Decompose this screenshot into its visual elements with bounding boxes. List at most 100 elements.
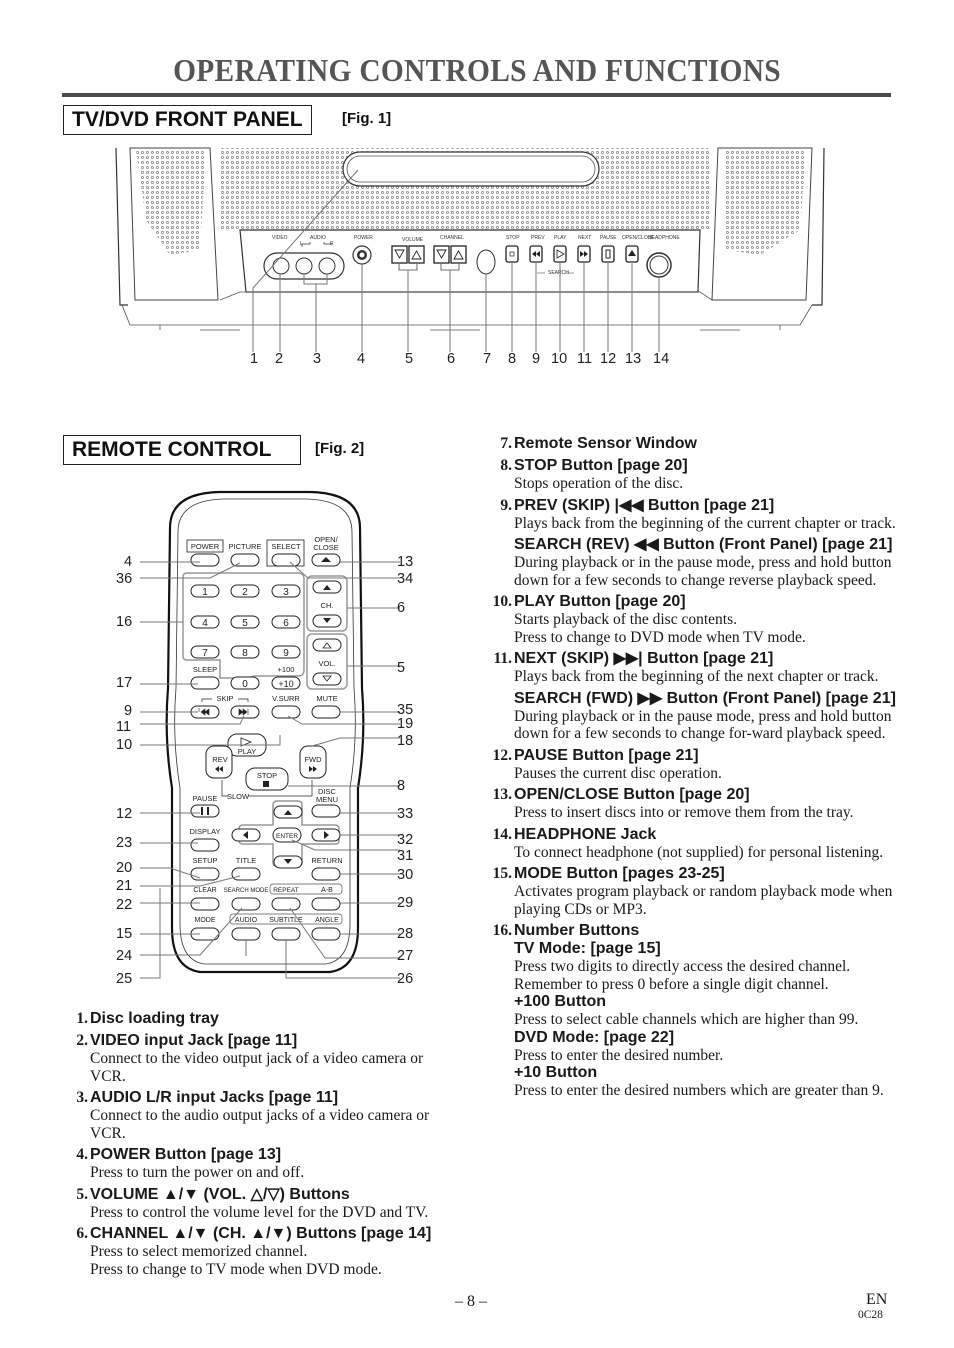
return-button[interactable] — [311, 867, 341, 881]
rc-callout-26: 26 — [397, 971, 414, 987]
item-number: 12. — [492, 746, 512, 764]
picture-button[interactable] — [230, 553, 260, 567]
label-pause: PAUSE — [193, 794, 218, 803]
pause-button[interactable] — [601, 245, 615, 263]
fig2-label: [Fig. 2] — [315, 440, 365, 457]
video-jack[interactable] — [272, 257, 290, 275]
label-subtitle: SUBTITLE — [269, 917, 303, 924]
select-button[interactable] — [271, 553, 301, 567]
item-heading: Disc loading tray — [90, 1010, 219, 1027]
label-display: DISPLAY — [189, 827, 220, 836]
item-subheading: SEARCH (REV) ◀◀ Button (Front Panel) [pa… — [514, 536, 893, 553]
vol-up-button[interactable] — [312, 638, 342, 652]
item-text: Press to control the volume level for th… — [90, 1203, 429, 1221]
desc-item-3: 3. AUDIO L/R input Jacks [page 11] Conne… — [62, 1088, 462, 1142]
item-heading: VOLUME ▲/▼ (VOL. △/▽) Buttons — [90, 1185, 350, 1203]
fp-callout-8: 8 — [508, 351, 517, 367]
item-text: Press to enter the desired numbers which… — [514, 1082, 884, 1099]
desc-item-7: 7. Remote Sensor Window — [486, 434, 896, 453]
desc-item-16: 16. Number Buttons TV Mode: [page 15] Pr… — [486, 921, 896, 1100]
panel-label-next: NEXT — [578, 235, 591, 241]
item-heading: OPEN/CLOSE Button [page 20] — [514, 786, 750, 803]
rc-callout-21: 21 — [116, 878, 133, 894]
plus10-label: +10 — [278, 679, 293, 689]
label-power: POWER — [191, 542, 220, 551]
volume-down-button[interactable] — [391, 245, 408, 264]
label-open-close-2: CLOSE — [313, 543, 338, 552]
label-select: SELECT — [271, 542, 301, 551]
clear-button[interactable] — [190, 897, 220, 911]
item-text: Press to select memorized channel. — [90, 1243, 308, 1260]
item-subheading: TV Mode: [page 15] — [514, 940, 661, 957]
desc-item-15: 15. MODE Button [pages 23-25] Activates … — [486, 864, 896, 918]
item-subheading: DVD Mode: [page 22] — [514, 1028, 675, 1046]
item-text: Press to change to TV mode when DVD mode… — [90, 1260, 382, 1278]
a-b-button[interactable] — [311, 897, 341, 911]
panel-label-volume: VOLUME — [402, 237, 424, 243]
label-plus100: +100 — [278, 665, 295, 674]
item-subheading: +100 Button — [514, 993, 607, 1010]
setup-button[interactable] — [190, 867, 220, 881]
item-number: 3. — [76, 1089, 88, 1106]
item-text: To connect headphone (not supplied) for … — [514, 843, 884, 861]
title-button[interactable] — [231, 867, 261, 881]
pause-button[interactable] — [190, 804, 220, 818]
item-text: During playback or in the pause mode, pr… — [514, 554, 892, 589]
subtitle-button[interactable] — [271, 927, 301, 941]
fp-callout-7: 7 — [483, 351, 492, 367]
fp-callout-13: 13 — [625, 351, 642, 367]
prev-button[interactable] — [529, 245, 543, 263]
item-subheading: +10 Button — [514, 1064, 598, 1081]
audio-button[interactable] — [231, 927, 261, 941]
label-angle: ANGLE — [315, 917, 339, 924]
label-picture: PICTURE — [229, 542, 262, 551]
label-rev: REV — [212, 755, 227, 764]
volume-up-button[interactable] — [408, 245, 425, 264]
channel-down-button[interactable] — [433, 245, 450, 264]
audio-r-jack[interactable] — [318, 257, 336, 275]
tv-body-right-edge — [812, 147, 825, 306]
item-heading: MODE Button [pages 23-25] — [514, 865, 725, 882]
digit-7-label: 7 — [202, 648, 208, 659]
fig1-label: [Fig. 1] — [342, 110, 392, 127]
rc-callout-19: 19 — [397, 716, 414, 732]
open-close-button[interactable] — [625, 245, 639, 263]
mute-button[interactable] — [311, 705, 341, 719]
angle-button[interactable] — [311, 927, 341, 941]
rc-callout-8: 8 — [397, 778, 406, 794]
rc-callout-25: 25 — [116, 971, 133, 987]
fp-callout-2: 2 — [275, 351, 284, 367]
sleep-button[interactable] — [190, 676, 220, 690]
rc-callout-22: 22 — [116, 897, 133, 913]
panel-label-audio: AUDIO — [310, 235, 326, 241]
vsurr-button[interactable] — [271, 705, 301, 719]
fp-callout-4: 4 — [357, 351, 366, 367]
search-mode-button[interactable] — [231, 897, 261, 911]
power-button[interactable] — [190, 553, 220, 567]
stop-button[interactable] — [505, 245, 519, 263]
descriptions-right: 7. Remote Sensor Window 8. STOP Button [… — [486, 434, 896, 1100]
audio-l-jack[interactable] — [295, 257, 313, 275]
label-play: PLAY — [238, 747, 257, 756]
item-heading: HEADPHONE Jack — [514, 825, 657, 843]
item-heading: CHANNEL ▲/▼ (CH. ▲/▼) Buttons [page 14] — [90, 1225, 432, 1242]
descriptions-left: 1. Disc loading tray 2. VIDEO input Jack… — [62, 1009, 462, 1278]
label-vsurr: V.SURR — [272, 694, 300, 703]
item-text: Stops operation of the disc. — [514, 475, 684, 492]
label-audio: AUDIO — [235, 917, 258, 924]
channel-up-button[interactable] — [450, 245, 467, 264]
fp-callout-5: 5 — [405, 351, 414, 367]
disc-menu-button[interactable] — [311, 804, 341, 818]
label-sleep: SLEEP — [193, 665, 217, 674]
play-button[interactable] — [553, 245, 567, 263]
display-button[interactable] — [190, 838, 220, 852]
item-heading: STOP Button [page 20] — [514, 457, 688, 474]
item-text: Starts playback of the disc contents. — [514, 611, 737, 628]
vol-down-button[interactable] — [312, 672, 342, 686]
item-text: Press to select cable channels which are… — [514, 1011, 859, 1028]
next-button[interactable] — [577, 245, 591, 263]
panel-label-pause: PAUSE — [600, 235, 617, 241]
repeat-button[interactable] — [271, 897, 301, 911]
rc-callout-20: 20 — [116, 860, 133, 876]
desc-item-12: 12. PAUSE Button [page 21] Pauses the cu… — [486, 746, 896, 783]
